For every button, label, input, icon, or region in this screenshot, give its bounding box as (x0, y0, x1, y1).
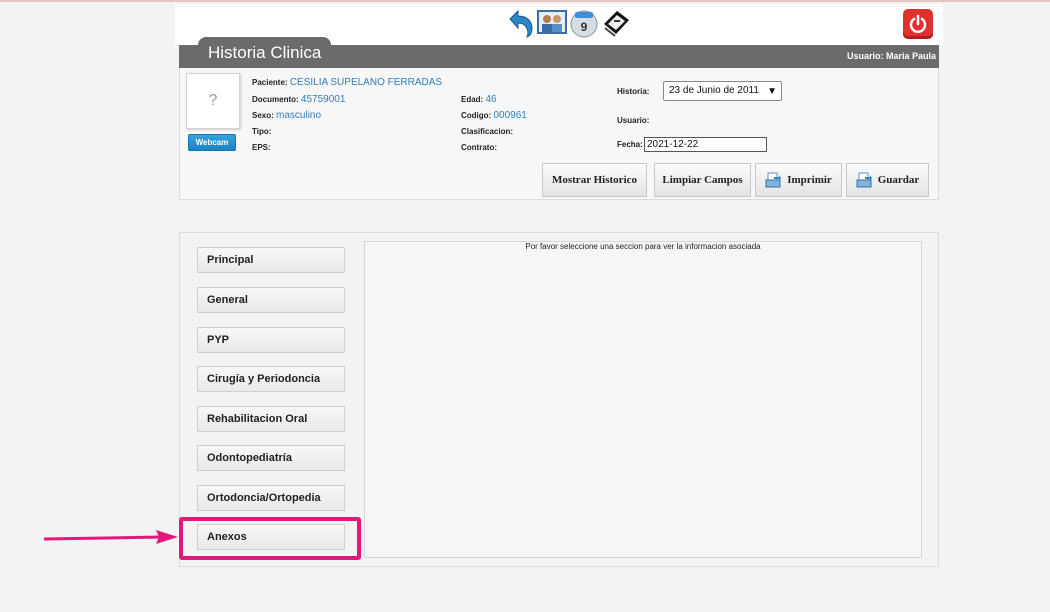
edad-value: 46 (485, 94, 497, 105)
documento-label: Documento: (252, 95, 299, 104)
mostrar-historico-label: Mostrar Historico (551, 174, 638, 186)
calendar-icon[interactable]: 9 (569, 8, 599, 38)
save-icon (856, 172, 872, 188)
page-header: Historia Clinica Usuario: Maria Paula (179, 37, 939, 68)
codigo-value: 000961 (493, 110, 527, 121)
imprimir-label: Imprimir (787, 174, 832, 186)
section-odontopediatria[interactable]: Odontopediatría (197, 445, 345, 471)
section-content-area: Por favor seleccione una seccion para ve… (364, 241, 922, 558)
section-rehabilitacion-oral[interactable]: Rehabilitacion Oral (197, 406, 345, 432)
codigo-field: Codigo: 000961 (461, 110, 527, 121)
patient-info-panel: ? Webcam Paciente: CESILIA SUPELANO FERR… (179, 68, 939, 200)
sexo-label: Sexo: (252, 111, 274, 120)
clasificacion-label: Clasificacion: (461, 127, 514, 136)
top-icons: 9 (505, 8, 631, 38)
pointer-arrow-icon (44, 530, 178, 544)
historia-select[interactable]: 23 de Junio de 2011 ▼ (663, 81, 782, 101)
edad-field: Edad: 46 (461, 94, 497, 105)
paciente-label: Paciente: (252, 78, 288, 87)
section-general[interactable]: General (197, 287, 345, 313)
sexo-field: Sexo: masculino (252, 110, 321, 121)
contrato-label: Contrato: (461, 143, 497, 152)
monitor-icon[interactable] (601, 8, 631, 38)
imprimir-button[interactable]: Imprimir (755, 163, 842, 197)
edad-label: Edad: (461, 95, 484, 104)
tipo-label: Tipo: (252, 127, 272, 136)
documento-value: 45759001 (300, 94, 346, 105)
section-ortodoncia-ortopedia[interactable]: Ortodoncia/Ortopedia (197, 485, 345, 511)
fecha-input[interactable]: 2021-12-22 (644, 137, 767, 152)
fecha-label: Fecha: (617, 140, 643, 149)
limpiar-campos-label: Limpiar Campos (662, 174, 743, 186)
codigo-label: Codigo: (461, 111, 492, 120)
content-message: Por favor seleccione una seccion para ve… (525, 242, 761, 251)
users-icon[interactable] (537, 8, 567, 38)
guardar-button[interactable]: Guardar (846, 163, 929, 197)
limpiar-campos-button[interactable]: Limpiar Campos (654, 163, 751, 197)
webcam-button[interactable]: Webcam (188, 134, 236, 151)
historia-label: Historia: (617, 87, 650, 96)
chevron-down-icon: ▼ (767, 86, 777, 97)
anexos-highlight-box (179, 517, 361, 560)
historia-selected: 23 de Junio de 2011 (669, 85, 759, 96)
section-principal[interactable]: Principal (197, 247, 345, 273)
print-icon (765, 172, 782, 188)
paciente-value: CESILIA SUPELANO FERRADAS (289, 77, 443, 88)
guardar-label: Guardar (877, 174, 920, 186)
calendar-day: 9 (581, 20, 588, 34)
mostrar-historico-button[interactable]: Mostrar Historico (542, 163, 647, 197)
photo-placeholder: ? (208, 92, 218, 109)
documento-field: Documento: 45759001 (252, 94, 345, 105)
paciente-field: Paciente: CESILIA SUPELANO FERRADAS (252, 77, 442, 88)
section-pyp[interactable]: PYP (197, 327, 345, 353)
section-cirugia-periodoncia[interactable]: Cirugía y Periodoncia (197, 366, 345, 392)
eps-label: EPS: (252, 143, 271, 152)
back-arrow-icon[interactable] (505, 8, 535, 38)
sexo-value: masculino (276, 110, 322, 121)
page-title: Historia Clinica (198, 37, 332, 68)
current-user: Usuario: Maria Paula (846, 51, 936, 61)
power-icon[interactable] (903, 9, 933, 39)
usuario-label: Usuario: (617, 116, 650, 125)
patient-photo: ? (186, 73, 240, 129)
